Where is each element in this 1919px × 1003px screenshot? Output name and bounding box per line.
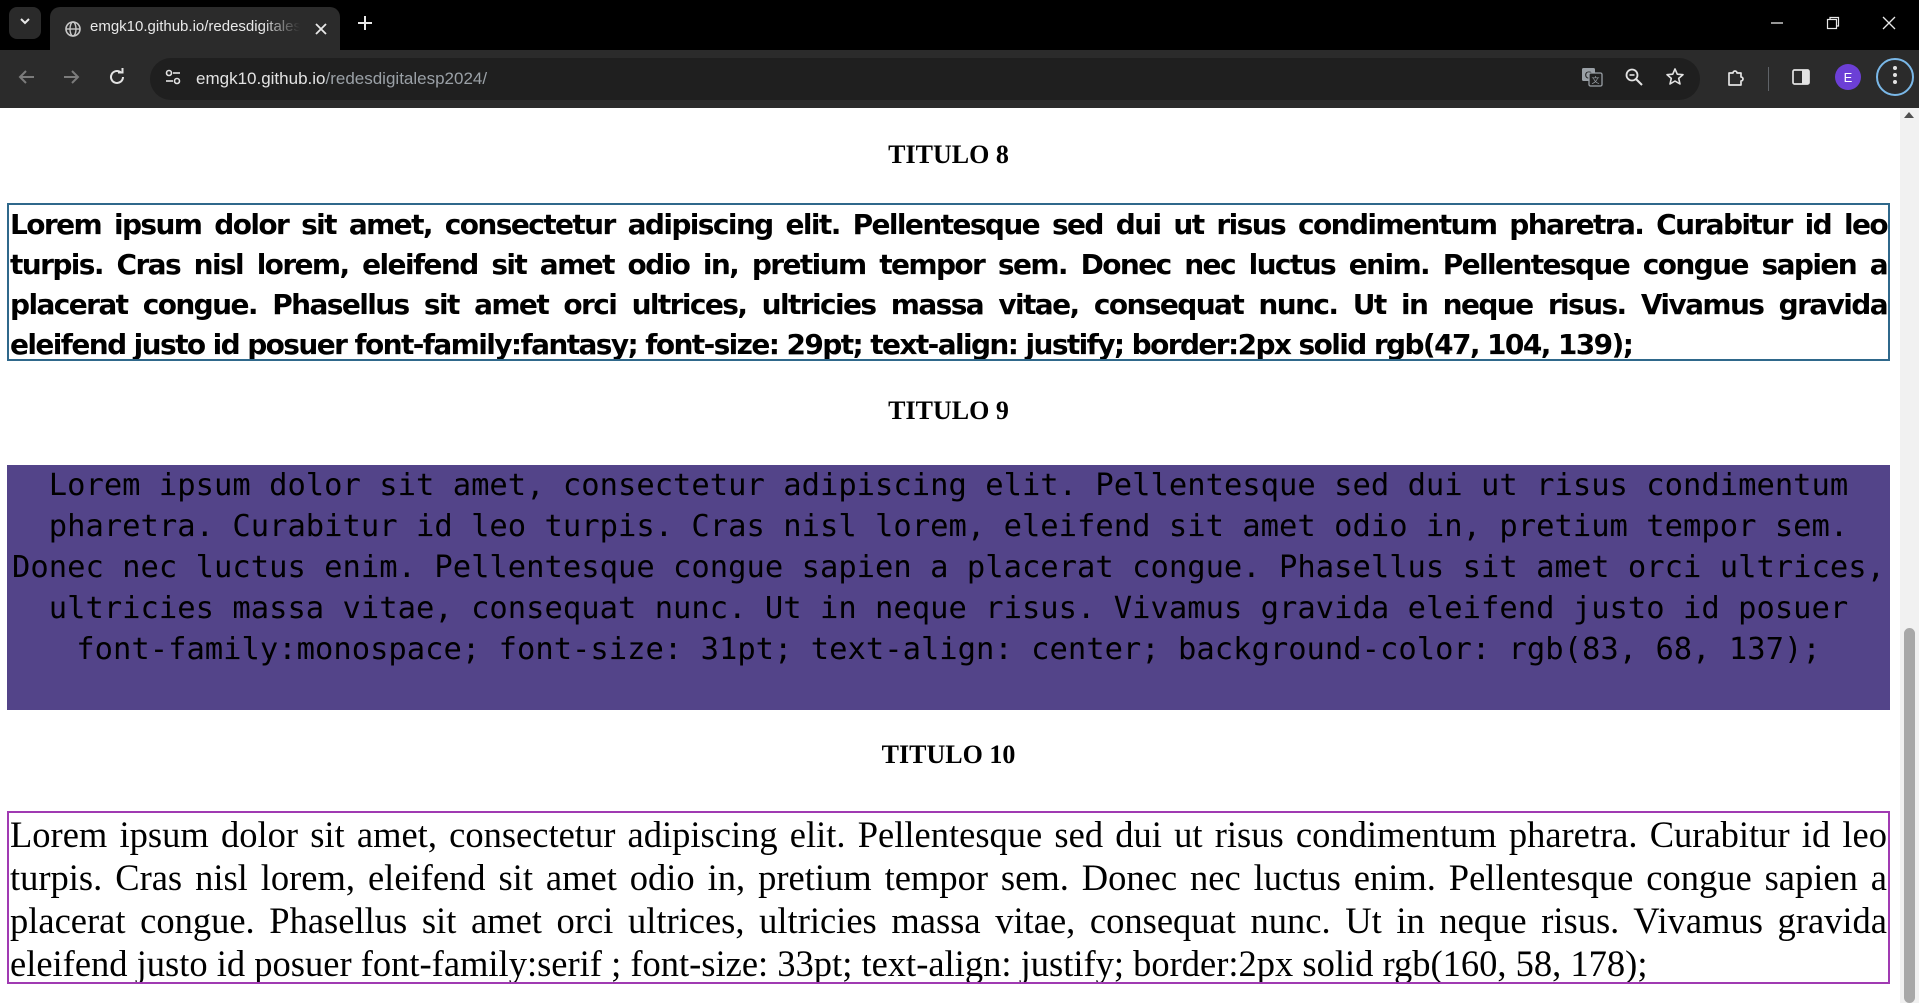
arrow-right-icon xyxy=(62,68,80,91)
scrollbar-thumb[interactable] xyxy=(1904,628,1915,1003)
url-text: emgk10.github.io/redesdigitalesp2024/ xyxy=(196,69,487,89)
more-vert-icon xyxy=(1892,65,1898,90)
profile-avatar[interactable]: E xyxy=(1835,64,1861,90)
url-path: /redesdigitalesp2024/ xyxy=(325,69,488,88)
section-8-title: TITULO 8 xyxy=(888,140,1009,169)
section-9-text: Lorem ipsum dolor sit amet, consectetur … xyxy=(7,465,1890,710)
zoom-button[interactable] xyxy=(1619,64,1649,94)
scroll-up-arrow-icon[interactable] xyxy=(1904,112,1914,118)
forward-button[interactable] xyxy=(54,62,88,96)
back-button[interactable] xyxy=(10,62,44,96)
section-10-title: TITULO 10 xyxy=(881,740,1016,769)
reload-icon xyxy=(108,67,126,91)
tab-title: emgk10.github.io/redesdigitalesp2024/ xyxy=(90,18,300,35)
close-icon xyxy=(1882,16,1896,35)
close-icon[interactable] xyxy=(312,20,330,38)
tab-search-button[interactable] xyxy=(9,7,41,39)
minimize-icon xyxy=(1770,16,1784,35)
restore-button[interactable] xyxy=(1813,8,1853,42)
window-close-button[interactable] xyxy=(1869,8,1909,42)
page-viewport: TITULO 8 Lorem ipsum dolor sit amet, con… xyxy=(0,108,1900,1003)
section-8-text: Lorem ipsum dolor sit amet, consectetur … xyxy=(7,203,1890,361)
tab-strip: emgk10.github.io/redesdigitalesp2024/ xyxy=(0,0,1919,50)
section-10-text: Lorem ipsum dolor sit amet, consectetur … xyxy=(7,811,1890,984)
plus-icon xyxy=(357,15,373,36)
menu-button[interactable] xyxy=(1876,58,1914,96)
svg-text:文: 文 xyxy=(1592,75,1600,85)
bookmark-button[interactable] xyxy=(1660,64,1690,94)
tune-icon xyxy=(164,68,182,91)
new-tab-button[interactable] xyxy=(350,10,380,40)
site-info-button[interactable] xyxy=(158,64,188,94)
zoom-out-icon xyxy=(1624,67,1644,92)
minimize-button[interactable] xyxy=(1757,8,1797,42)
reload-button[interactable] xyxy=(100,62,134,96)
side-panel-button[interactable] xyxy=(1784,62,1818,96)
active-tab[interactable]: emgk10.github.io/redesdigitalesp2024/ xyxy=(50,7,340,50)
chevron-down-icon xyxy=(18,14,32,33)
toolbar-divider xyxy=(1768,67,1769,91)
restore-icon xyxy=(1826,16,1840,35)
globe-icon xyxy=(64,20,82,38)
vertical-scrollbar[interactable] xyxy=(1900,108,1919,1003)
url-host: emgk10.github.io xyxy=(196,69,326,88)
browser-toolbar: emgk10.github.io/redesdigitalesp2024/ G文… xyxy=(0,50,1919,108)
translate-icon: G文 xyxy=(1581,66,1603,93)
puzzle-icon xyxy=(1726,67,1746,92)
arrow-left-icon xyxy=(18,68,36,91)
address-bar[interactable]: emgk10.github.io/redesdigitalesp2024/ G文 xyxy=(150,58,1700,100)
star-icon xyxy=(1665,67,1685,92)
extensions-button[interactable] xyxy=(1719,62,1753,96)
section-9-title: TITULO 9 xyxy=(888,396,1009,425)
translate-button[interactable]: G文 xyxy=(1577,64,1607,94)
side-panel-icon xyxy=(1791,67,1811,92)
